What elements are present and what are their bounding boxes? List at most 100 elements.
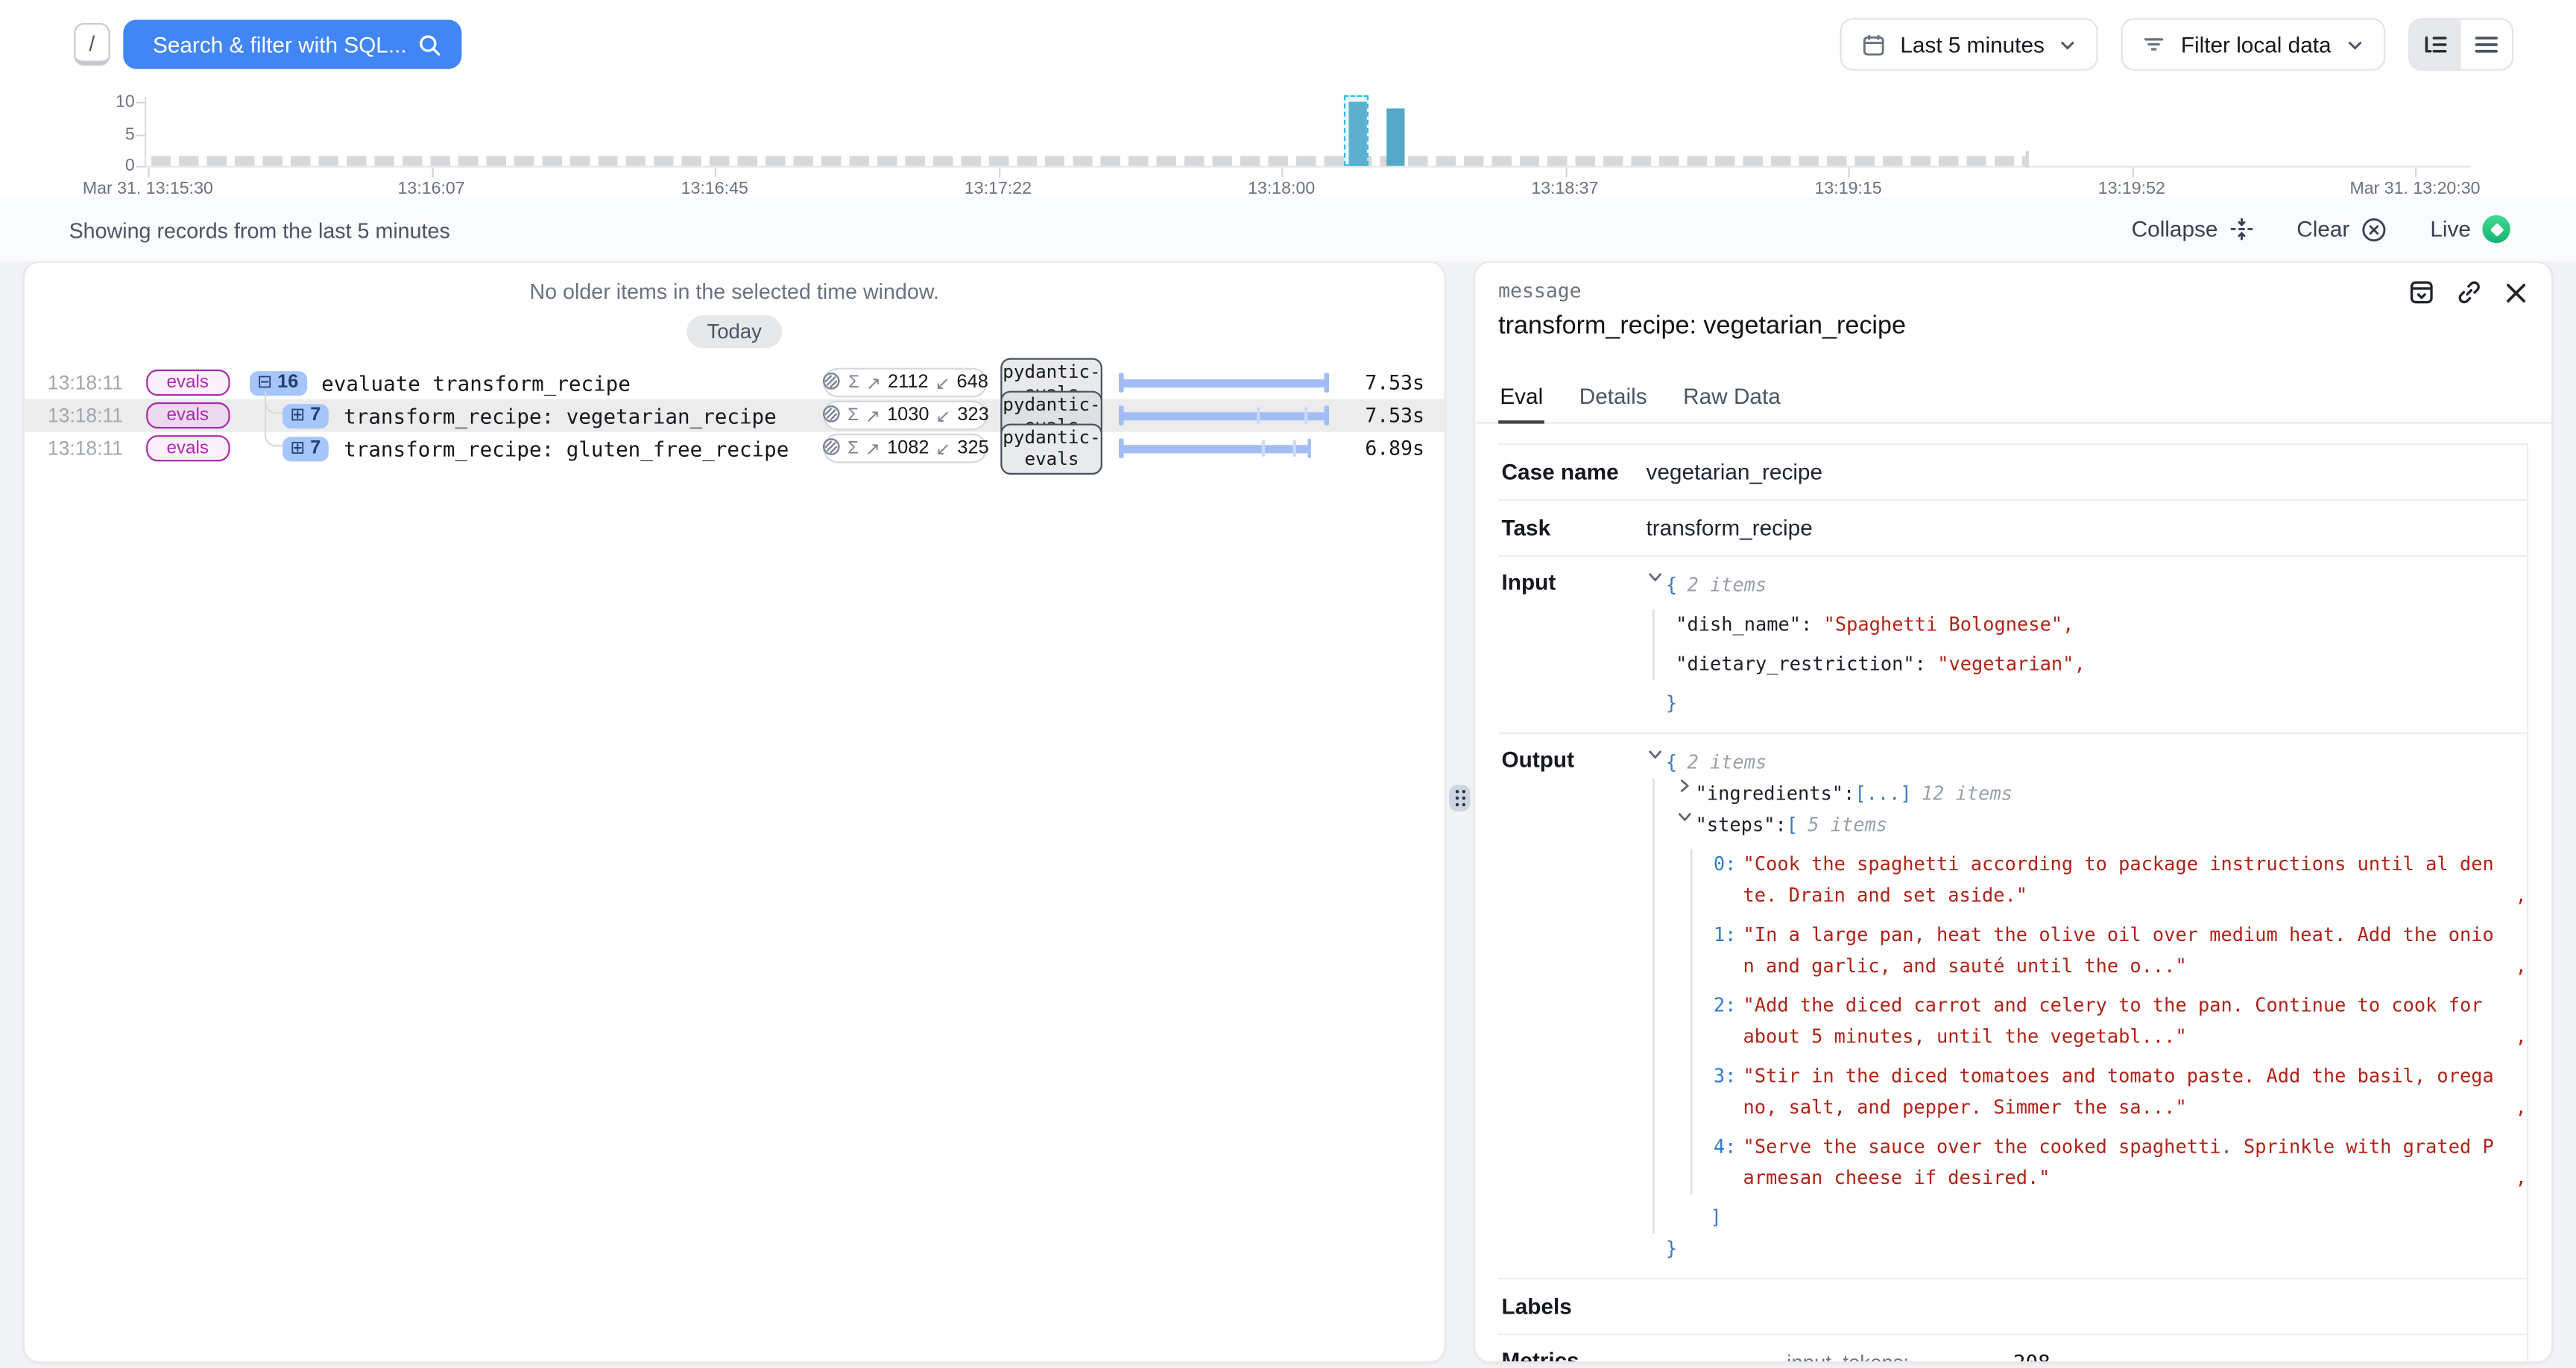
duration-text: 7.53s bbox=[1341, 371, 1424, 394]
ingredients-line: ingredients[...]12 items bbox=[1676, 779, 2527, 810]
y-axis-line bbox=[145, 97, 146, 168]
input-label: Input bbox=[1498, 570, 1646, 720]
record-timestamp: 13:18:11 bbox=[48, 437, 123, 460]
collapse-chevron-icon[interactable] bbox=[1646, 747, 1662, 762]
x-tick-mark bbox=[998, 168, 1000, 177]
x-tick-mark bbox=[2415, 168, 2416, 177]
json-entry-line: dietary_restrictionvegetarian, bbox=[1676, 649, 2527, 680]
collapse-chevron-icon[interactable] bbox=[1676, 810, 1692, 825]
array-index: 1 bbox=[1714, 919, 1743, 951]
json-string-value: Cook the spaghetti according to package … bbox=[1743, 849, 2499, 912]
close-icon[interactable] bbox=[2504, 280, 2528, 305]
otel-scope-pill[interactable]: evals bbox=[146, 370, 230, 396]
records-histogram[interactable]: 0510Mar 31. 13:15:3013:16:0713:16:4513:1… bbox=[0, 90, 2576, 197]
array-index: 3 bbox=[1714, 1061, 1743, 1092]
child-span-count: 16 bbox=[277, 373, 298, 392]
json-string-value: Spaghetti Bolognese bbox=[1824, 612, 2063, 636]
tree-view-toggle[interactable] bbox=[2410, 19, 2460, 69]
expand-chevron-icon[interactable] bbox=[1676, 779, 1692, 794]
x-tick-mark bbox=[2132, 168, 2133, 177]
json-string-value: Serve the sauce over the cooked spaghett… bbox=[1743, 1132, 2499, 1194]
x-tick-mark bbox=[432, 168, 433, 177]
input-token-count: 1030 bbox=[887, 405, 929, 425]
close-brace bbox=[1666, 1233, 2527, 1264]
json-string-value: vegetarian bbox=[1937, 652, 2074, 675]
json-step-line: 0Cook the spaghetti according to package… bbox=[1714, 849, 2527, 912]
json-string-value: Add the diced carrot and celery to the p… bbox=[1743, 990, 2499, 1053]
copy-link-icon[interactable] bbox=[2456, 279, 2482, 305]
json-array-block: 0Cook the spaghetti according to package… bbox=[1690, 849, 2527, 1194]
view-mode-toggle bbox=[2408, 18, 2513, 71]
sigma-icon: Σ bbox=[847, 438, 859, 457]
local-filter-dropdown[interactable]: Filter local data bbox=[2121, 18, 2385, 71]
clear-label: Clear bbox=[2296, 217, 2349, 241]
otel-scope-pill[interactable]: evals bbox=[146, 435, 230, 461]
child-span-tick bbox=[1293, 440, 1296, 457]
record-row[interactable]: 13:18:11 evals ⊞7 transform_recipe: gluten_… bbox=[25, 432, 1444, 465]
no-data-dash-strip bbox=[151, 156, 2025, 165]
record-row[interactable]: 13:18:11evals⊟16evaluate transform_recip… bbox=[25, 367, 1444, 399]
sigma-icon: Σ bbox=[848, 373, 859, 392]
json-comma: , bbox=[2499, 880, 2527, 911]
task-value: transform_recipe bbox=[1646, 516, 2526, 540]
token-usage-pill: Σ↗2112↙648 bbox=[823, 368, 987, 398]
list-view-icon bbox=[2474, 34, 2498, 55]
time-range-dropdown[interactable]: Last 5 minutes bbox=[1840, 18, 2099, 71]
filter-lines-icon bbox=[2143, 33, 2166, 56]
otel-scope-pill[interactable]: evals bbox=[146, 402, 230, 428]
json-comma: , bbox=[2062, 612, 2074, 636]
detail-tabs: Eval Details Raw Data bbox=[1475, 384, 2551, 424]
search-button[interactable]: Search & filter with SQL... bbox=[123, 19, 461, 69]
collapsed-array-preview[interactable]: [...] bbox=[1854, 779, 1911, 810]
collapse-chevron-icon[interactable] bbox=[1646, 570, 1662, 585]
json-root-line: 2 items bbox=[1646, 747, 2526, 779]
output-tokens-arrow-icon: ↙ bbox=[935, 437, 950, 459]
empty-window-notice: No older items in the selected time wind… bbox=[25, 279, 1444, 304]
input-json-viewer[interactable]: 2 itemsdish_nameSpaghetti Bolognese,diet… bbox=[1646, 570, 2526, 720]
duration-gantt-bar bbox=[1120, 373, 1328, 392]
expand-node-badge[interactable]: ⊞7 bbox=[282, 436, 329, 460]
record-kind-label: message bbox=[1498, 279, 2528, 303]
json-object-block: dish_nameSpaghetti Bolognese, dietary_res… bbox=[1652, 609, 2527, 680]
x-tick-mark bbox=[148, 168, 149, 177]
tab-raw-data[interactable]: Raw Data bbox=[1682, 384, 1782, 422]
tree-region: ⊞7transform_recipe: vegetarian_recipe bbox=[249, 403, 823, 428]
steps-line: steps5 items bbox=[1676, 810, 2527, 841]
output-token-count: 323 bbox=[957, 405, 988, 425]
bar-segment bbox=[1121, 411, 1326, 419]
app-window: / Search & filter with SQL... Last 5 min… bbox=[0, 0, 2576, 1368]
record-timestamp: 13:18:11 bbox=[48, 371, 123, 394]
list-view-toggle[interactable] bbox=[2461, 19, 2512, 69]
panel-splitter-handle[interactable] bbox=[1449, 785, 1471, 811]
tab-details[interactable]: Details bbox=[1578, 384, 1649, 422]
bar-end-cap bbox=[1307, 438, 1312, 457]
tree-connector bbox=[265, 391, 282, 447]
bar-end-cap bbox=[1325, 373, 1329, 392]
json-key: steps bbox=[1696, 810, 1787, 841]
y-tick-mark bbox=[136, 166, 145, 168]
plus-square-icon: ⊞ bbox=[290, 440, 305, 457]
record-row[interactable]: 13:18:11evals⊞7transform_recipe: vegetar… bbox=[25, 399, 1444, 432]
duration-gantt-bar bbox=[1120, 405, 1328, 425]
live-toggle[interactable]: Live bbox=[2430, 215, 2510, 243]
clear-button[interactable]: Clear bbox=[2296, 216, 2387, 242]
tab-eval[interactable]: Eval bbox=[1498, 384, 1544, 424]
span-name: transform_recipe: gluten_free_recipe bbox=[344, 436, 789, 460]
items-count-note: 12 items bbox=[1922, 779, 2012, 810]
labels-label: Labels bbox=[1498, 1294, 1646, 1319]
slash-shortcut-key[interactable]: / bbox=[74, 23, 110, 66]
detail-title: transform_recipe: vegetarian_recipe bbox=[1498, 312, 2528, 342]
y-tick-label: 10 bbox=[92, 92, 134, 111]
x-tick-mark bbox=[715, 168, 716, 177]
json-key: dish_name bbox=[1676, 612, 1823, 636]
output-json-viewer[interactable]: 2 itemsingredients[...]12 itemssteps5 it… bbox=[1646, 747, 2526, 1264]
expand-node-badge[interactable]: ⊞7 bbox=[282, 403, 329, 428]
dock-panel-icon[interactable] bbox=[2408, 279, 2434, 305]
close-bracket bbox=[1710, 1202, 2526, 1233]
input-token-count: 2112 bbox=[888, 373, 929, 392]
histogram-bar[interactable] bbox=[1386, 108, 1404, 165]
search-label: Search & filter with SQL... bbox=[153, 32, 417, 57]
json-string-value: Stir in the diced tomatoes and tomato pa… bbox=[1743, 1061, 2499, 1124]
collapse-button[interactable]: Collapse bbox=[2132, 217, 2254, 241]
local-filter-label: Filter local data bbox=[2181, 32, 2332, 57]
